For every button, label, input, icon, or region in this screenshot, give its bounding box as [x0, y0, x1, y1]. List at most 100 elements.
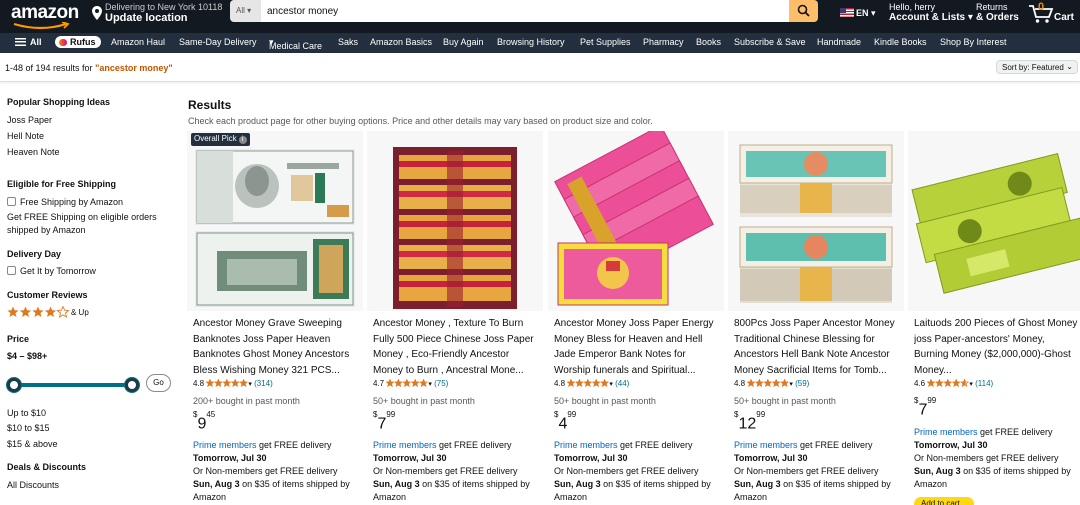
nav-item-amazon-haul[interactable]: Amazon Haul: [111, 37, 165, 47]
bought-in-past-month: 50+ bought in past month: [734, 396, 836, 406]
nav-item-pharmacy[interactable]: Pharmacy: [643, 37, 684, 47]
amazon-logo[interactable]: amazon: [11, 2, 79, 24]
nav-item-buy-again[interactable]: Buy Again: [443, 37, 484, 47]
nav-item-amazon-basics[interactable]: Amazon Basics: [370, 37, 432, 47]
product-rating[interactable]: 4.8 ▾ (314): [193, 378, 273, 388]
product-title-link[interactable]: Laituods 200 Pieces of Ghost Money joss …: [914, 316, 1080, 378]
product-rating[interactable]: 4.8 ▾ (59): [734, 378, 810, 388]
nav-item-same-day-delivery[interactable]: Same-Day Delivery: [179, 37, 257, 47]
sort-by-dropdown[interactable]: Sort by: Featured ⌄: [996, 60, 1078, 74]
chevron-down-icon: ▾: [248, 381, 252, 388]
product-card: Laituods 200 Pieces of Ghost Money joss …: [908, 131, 1080, 505]
returns-orders-link[interactable]: Returns & Orders: [976, 2, 1019, 23]
nav-item-books[interactable]: Books: [696, 37, 721, 47]
green-ghost-money-image: [911, 153, 1080, 294]
product-price[interactable]: $1299: [734, 410, 765, 433]
review-count: (114): [975, 379, 994, 388]
free-shipping-heading: Eligible for Free Shipping: [7, 179, 117, 189]
nav-item-handmade[interactable]: Handmade: [817, 37, 861, 47]
price-go-button[interactable]: Go: [146, 374, 171, 392]
cart-label: Cart: [1054, 12, 1075, 23]
info-icon[interactable]: i: [238, 136, 247, 144]
product-rating[interactable]: 4.7 ▾ (75): [373, 378, 448, 388]
nav-item-kindle-books[interactable]: Kindle Books: [874, 37, 927, 47]
bought-in-past-month: 50+ bought in past month: [554, 396, 656, 406]
all-label: All: [30, 37, 42, 47]
price-up-to-10-link[interactable]: Up to $10: [7, 408, 46, 418]
nonmember-delivery-date: Sun, Aug 3 on $35 of items shipped by: [734, 479, 891, 489]
rating-number: 4.8: [193, 379, 205, 388]
search-category-dropdown[interactable]: All ▾: [230, 0, 261, 22]
cart-button[interactable]: 0 Cart: [1028, 1, 1078, 28]
nav-item-saks[interactable]: Saks: [338, 37, 358, 47]
product-rating[interactable]: 4.8 ▾ (44): [554, 378, 629, 388]
product-price[interactable]: $499: [554, 410, 576, 433]
language-label: EN: [856, 8, 869, 18]
popular-joss-paper-link[interactable]: Joss Paper: [7, 115, 52, 125]
cart-count: 0: [1038, 1, 1045, 13]
nonmember-delivery-line: Or Non-members get FREE delivery: [554, 466, 699, 476]
product-rating[interactable]: 4.6 ▾ (114): [914, 378, 994, 388]
add-to-cart-button[interactable]: Add to cart: [914, 497, 974, 505]
prime-delivery-date: Tomorrow, Jul 30: [734, 453, 808, 463]
get-it-tomorrow-checkbox[interactable]: Get It by Tomorrow: [7, 266, 96, 276]
prime-members-link[interactable]: Prime members: [373, 440, 437, 450]
product-title-link[interactable]: 800Pcs Joss Paper Ancestor Money Traditi…: [734, 316, 900, 378]
location-pin-icon: [92, 6, 102, 20]
product-title-link[interactable]: Ancestor Money Grave Sweeping Banknotes …: [193, 316, 359, 378]
four-stars-up-filter[interactable]: & Up: [7, 305, 89, 320]
product-image[interactable]: [187, 131, 363, 311]
product-image[interactable]: [728, 131, 904, 311]
popular-hell-note-link[interactable]: Hell Note: [7, 131, 44, 141]
popular-heaven-note-link[interactable]: Heaven Note: [7, 147, 60, 157]
language-selector[interactable]: EN ▾: [840, 8, 876, 19]
deliver-line1: Delivering to New York 10118: [105, 2, 223, 12]
chevron-down-icon: ▾: [969, 381, 973, 388]
nav-item-pet-supplies[interactable]: Pet Supplies: [580, 37, 631, 47]
nonmember-delivery-date: Sun, Aug 3 on $35 of items shipped by: [554, 479, 711, 489]
product-price[interactable]: $799: [914, 396, 936, 419]
results-info-bar: 1-48 of 194 results for "ancestor money"…: [0, 53, 1080, 82]
all-menu-button[interactable]: All: [15, 37, 42, 47]
product-image[interactable]: [548, 124, 724, 311]
price-15-above-link[interactable]: $15 & above: [7, 439, 58, 449]
search-input[interactable]: [261, 0, 789, 22]
rufus-button[interactable]: Rufus: [55, 36, 101, 48]
account-lists-label: Account & Lists ▾: [889, 12, 973, 23]
product-price[interactable]: $945: [193, 410, 215, 433]
nav-item-shop-by-interest[interactable]: Shop By Interest: [940, 37, 1007, 47]
orders-label: & Orders: [976, 12, 1019, 23]
prime-members-link[interactable]: Prime members: [734, 440, 798, 450]
price-10-to-15-link[interactable]: $10 to $15: [7, 423, 50, 433]
prime-delivery-date: Tomorrow, Jul 30: [373, 453, 447, 463]
product-image[interactable]: [908, 131, 1080, 311]
free-shipping-checkbox[interactable]: Free Shipping by Amazon: [7, 197, 123, 207]
nonmember-delivery-date: Sun, Aug 3 on $35 of items shipped by: [373, 479, 530, 489]
all-discounts-link[interactable]: All Discounts: [7, 480, 59, 490]
star-rating-icon: [7, 305, 70, 318]
chevron-down-icon: ▾: [428, 381, 432, 388]
nonmember-delivery-line: Or Non-members get FREE delivery: [193, 466, 338, 476]
results-subtitle: Check each product page for other buying…: [188, 116, 653, 126]
product-card: 800Pcs Joss Paper Ancestor Money Traditi…: [728, 131, 904, 505]
slider-min-handle[interactable]: [7, 378, 21, 392]
product-title-link[interactable]: Ancestor Money Joss Paper Energy Money B…: [554, 316, 720, 378]
caret-down-icon: ▾: [247, 6, 252, 15]
review-count: (59): [795, 379, 810, 388]
prime-delivery-line: Prime members get FREE delivery: [193, 440, 332, 450]
nav-item-browsing-history[interactable]: Browsing History: [497, 37, 565, 47]
product-price[interactable]: $799: [373, 410, 395, 433]
nav-item-subscribe-save[interactable]: Subscribe & Save: [734, 37, 806, 47]
prime-members-link[interactable]: Prime members: [193, 440, 257, 450]
secondary-nav-bar: All Rufus Amazon Haul Same-Day Delivery …: [0, 33, 1080, 53]
prime-members-link[interactable]: Prime members: [554, 440, 618, 450]
popular-ideas-heading: Popular Shopping Ideas: [7, 97, 111, 107]
account-menu[interactable]: Hello, herry Account & Lists ▾: [889, 2, 973, 23]
search-button[interactable]: [789, 0, 818, 22]
customer-reviews-heading: Customer Reviews: [7, 290, 88, 300]
nav-item-medical-care[interactable]: Medical Care ▾: [269, 37, 322, 51]
product-image[interactable]: [367, 131, 543, 311]
slider-max-handle[interactable]: [125, 378, 139, 392]
product-title-link[interactable]: Ancestor Money , Texture To Burn Fully 5…: [373, 316, 539, 378]
prime-members-link[interactable]: Prime members: [914, 427, 978, 437]
